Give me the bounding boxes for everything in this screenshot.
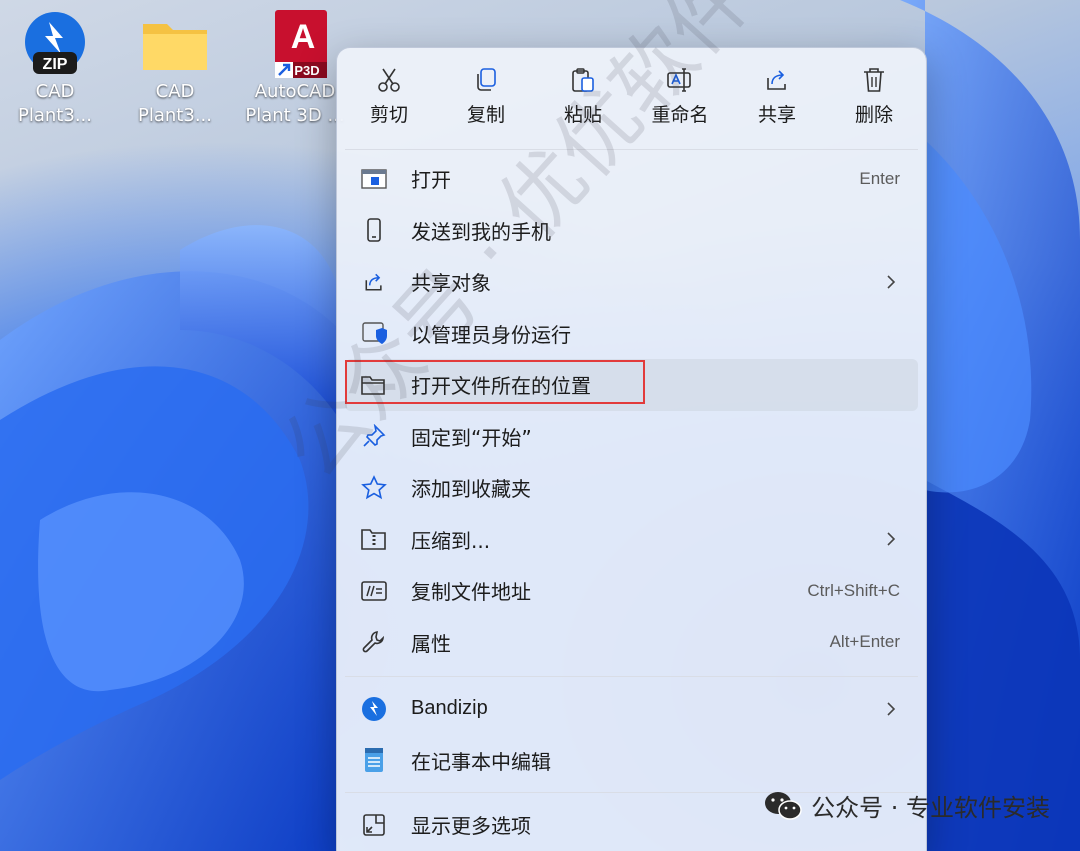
autocad-plant3d-shortcut-icon: A P3D xyxy=(259,8,331,80)
menu-item-edit-in-notepad[interactable]: 在记事本中编辑 xyxy=(345,735,918,787)
open-app-icon xyxy=(359,164,389,194)
copy-path-icon xyxy=(359,576,389,606)
star-icon xyxy=(359,473,389,503)
shield-admin-icon xyxy=(359,318,389,348)
more-options-icon xyxy=(359,810,389,840)
rename-button[interactable]: 重命名 xyxy=(632,62,728,146)
menu-item-open[interactable]: 打开 Enter xyxy=(345,153,918,205)
wechat-icon xyxy=(765,791,802,820)
cut-button[interactable]: 剪切 xyxy=(341,62,437,146)
cut-icon xyxy=(378,68,400,92)
context-menu: 剪切 复制 粘贴 重命名 共享 删除 打开 Enter 发送到我的手机 共享对象… xyxy=(336,47,927,851)
quick-actions-bar: 剪切 复制 粘贴 重命名 共享 删除 xyxy=(337,48,926,146)
menu-item-label: 复制文件地址 xyxy=(411,580,531,605)
menu-item-label: Bandizip xyxy=(411,697,488,720)
desktop-icon-label-2: Plant 3D ... xyxy=(245,105,345,126)
paste-icon xyxy=(572,68,594,92)
folder-icon xyxy=(139,8,211,80)
menu-item-label: 打开 xyxy=(411,168,451,193)
paste-label: 粘贴 xyxy=(563,104,602,126)
desktop-icon-label: CAD xyxy=(35,81,75,102)
desktop-icon-autocad-plant3d[interactable]: A P3D AutoCAD Plant 3D ... xyxy=(240,8,350,128)
menu-item-bandizip[interactable]: Bandizip xyxy=(345,683,918,735)
p3d-badge-text: P3D xyxy=(294,63,319,78)
bandizip-icon xyxy=(359,694,389,724)
menu-item-label: 以管理员身份运行 xyxy=(411,322,571,347)
footer-text: 公众号 · 专业软件安装 xyxy=(811,794,1050,822)
pin-icon xyxy=(359,421,389,451)
zip-folder-icon xyxy=(359,524,389,554)
menu-item-pin-to-start[interactable]: 固定到“开始” xyxy=(345,411,918,463)
copy-button[interactable]: 复制 xyxy=(438,62,534,146)
folder-open-icon xyxy=(359,370,389,400)
desktop-icon-cad-zip[interactable]: ZIP CAD Plant3... xyxy=(0,8,110,128)
menu-item-share-with[interactable]: 共享对象 xyxy=(345,256,918,308)
menu-item-properties[interactable]: 属性 Alt+Enter xyxy=(345,617,918,669)
desktop: ZIP CAD Plant3... CAD Plant3... A P3D Au… xyxy=(0,0,1080,851)
menu-item-open-file-location[interactable]: 打开文件所在的位置 xyxy=(345,359,918,411)
delete-button[interactable]: 删除 xyxy=(826,62,922,146)
shortcut-text: Enter xyxy=(859,168,900,188)
menu-item-label: 固定到“开始” xyxy=(411,425,532,450)
delete-label: 删除 xyxy=(854,104,893,126)
share-button[interactable]: 共享 xyxy=(729,62,825,146)
copy-label: 复制 xyxy=(466,104,505,126)
menu-divider xyxy=(345,149,918,150)
zip-archive-icon: ZIP xyxy=(19,8,91,80)
zip-badge-text: ZIP xyxy=(43,56,68,73)
menu-item-label: 添加到收藏夹 xyxy=(411,477,531,502)
menu-item-label: 打开文件所在的位置 xyxy=(411,374,591,399)
menu-item-copy-as-path[interactable]: 复制文件地址 Ctrl+Shift+C xyxy=(345,565,918,617)
autocad-a-letter: A xyxy=(291,18,316,56)
menu-item-label: 属性 xyxy=(411,631,451,656)
share-label: 共享 xyxy=(757,104,796,126)
shortcut-text: Ctrl+Shift+C xyxy=(807,580,900,600)
menu-item-label: 显示更多选项 xyxy=(411,814,531,839)
menu-item-label: 发送到我的手机 xyxy=(411,219,551,244)
desktop-icon-label-2: Plant3... xyxy=(18,105,92,126)
menu-item-add-to-favorites[interactable]: 添加到收藏夹 xyxy=(345,462,918,514)
rename-icon xyxy=(667,68,691,92)
desktop-icon-label-2: Plant3... xyxy=(138,105,212,126)
paste-button[interactable]: 粘贴 xyxy=(535,62,631,146)
menu-item-label: 共享对象 xyxy=(411,271,491,296)
share-icon xyxy=(767,70,786,90)
share-icon xyxy=(359,267,389,297)
desktop-icon-cad-folder[interactable]: CAD Plant3... xyxy=(120,8,230,128)
copy-icon xyxy=(477,68,496,91)
menu-item-compress-to[interactable]: 压缩到... xyxy=(345,514,918,566)
menu-item-label: 压缩到... xyxy=(411,528,491,553)
chevron-right-icon xyxy=(887,275,896,289)
chevron-right-icon xyxy=(887,702,896,716)
shortcut-text: Alt+Enter xyxy=(829,632,900,652)
footer-watermark: 公众号 · 专业软件安装 xyxy=(763,788,1050,823)
menu-item-send-to-phone[interactable]: 发送到我的手机 xyxy=(345,205,918,257)
menu-divider xyxy=(345,676,918,677)
wrench-icon xyxy=(359,627,389,657)
desktop-icon-label: AutoCAD xyxy=(254,81,336,102)
menu-item-label: 在记事本中编辑 xyxy=(411,749,551,774)
menu-item-run-as-admin[interactable]: 以管理员身份运行 xyxy=(345,308,918,360)
chevron-right-icon xyxy=(887,532,896,546)
notepad-icon xyxy=(359,745,389,775)
desktop-icon-label: CAD xyxy=(155,81,195,102)
rename-label: 重命名 xyxy=(651,104,709,126)
phone-icon xyxy=(359,215,389,245)
delete-icon xyxy=(864,68,884,92)
cut-label: 剪切 xyxy=(369,104,408,126)
